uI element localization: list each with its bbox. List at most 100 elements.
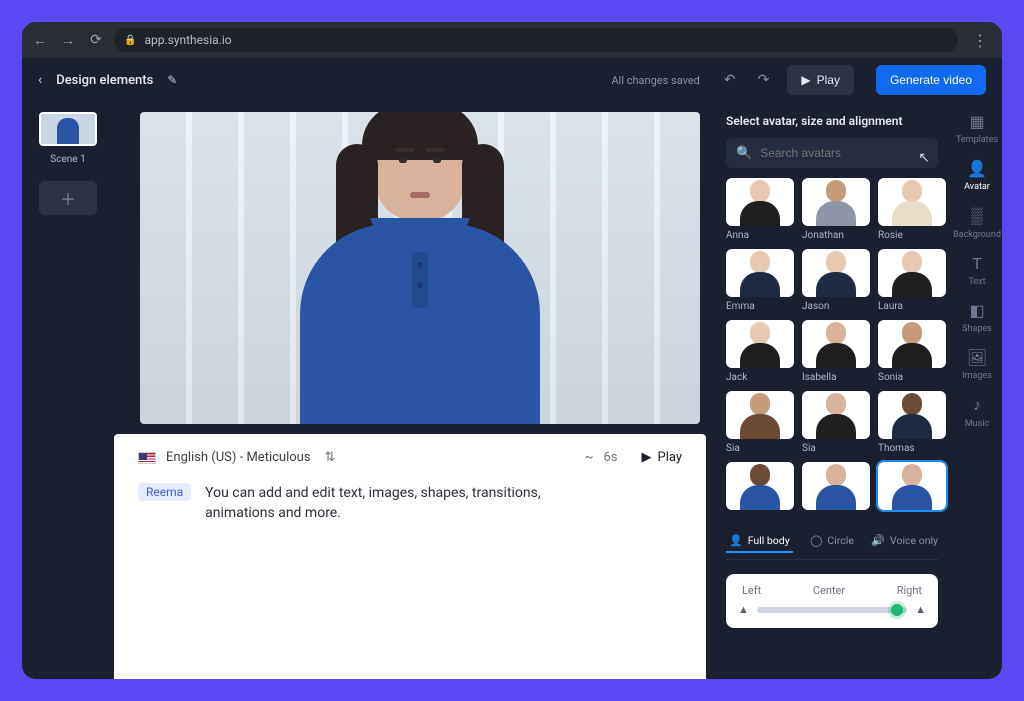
avatar-thumb[interactable] (878, 178, 946, 226)
speaker-chip[interactable]: Reema (138, 483, 191, 501)
shapes-icon: ◧ (969, 301, 984, 320)
flag-icon (138, 452, 156, 464)
music-icon: ♪ (973, 395, 981, 415)
avatar-item[interactable]: Sia (726, 391, 794, 454)
templates-icon: ▦ (969, 112, 984, 131)
add-scene-button[interactable]: ＋ (39, 181, 97, 215)
avatar-thumb[interactable] (802, 249, 870, 297)
edit-icon[interactable]: ✎ (167, 73, 177, 87)
tab-voice-only[interactable]: 🔊Voice only (871, 530, 938, 553)
tab-templates[interactable]: ▦Templates (952, 112, 1002, 145)
text-icon: T (972, 254, 982, 273)
tab-avatar[interactable]: 👤Avatar (952, 159, 1002, 192)
size-small-icon: ▲ (738, 603, 749, 616)
avatar-label: Jonathan (802, 230, 870, 241)
search-field[interactable]: 🔍 (726, 138, 938, 168)
avatar-item[interactable]: Sia (802, 391, 870, 454)
tab-shapes[interactable]: ◧Shapes (952, 301, 1002, 334)
view-tabs: 👤Full body ◯Circle 🔊Voice only (726, 530, 938, 560)
right-tabs: ▦Templates 👤Avatar ▒Background TText ◧Sh… (952, 102, 1002, 679)
avatar-thumb[interactable] (878, 462, 946, 510)
avatar-item[interactable] (726, 462, 794, 514)
avatar-item[interactable]: Jonathan (802, 178, 870, 241)
avatar-item[interactable] (878, 462, 946, 514)
avatar-label: Jason (802, 301, 870, 312)
avatar-label: Emma (726, 301, 794, 312)
voice-icon: 🔊 (871, 534, 885, 547)
script-panel: English (US) - Meticulous ⇅ ~ 6s ▶ Play … (114, 434, 706, 679)
script-play-button[interactable]: ▶ Play (642, 450, 683, 465)
tab-images[interactable]: 🖼Images (952, 348, 1002, 381)
alignment-card: Left Center Right ▲ ▲ (726, 574, 938, 628)
avatar-thumb[interactable] (878, 320, 946, 368)
size-large-icon: ▲ (915, 603, 926, 616)
url-text: app.synthesia.io (144, 33, 231, 47)
scene-thumb-1[interactable] (39, 112, 97, 146)
avatar-label: Sia (726, 443, 794, 454)
avatar-thumb[interactable] (726, 462, 794, 510)
redo-button[interactable]: ↷ (758, 72, 770, 88)
avatar-thumb[interactable] (878, 391, 946, 439)
avatar-item[interactable]: Laura (878, 249, 946, 312)
scenes-sidebar: Scene 1 ＋ (22, 102, 114, 679)
avatar-thumb[interactable] (802, 391, 870, 439)
panel-title: Select avatar, size and alignment (726, 114, 938, 128)
url-bar[interactable]: 🔒 app.synthesia.io (114, 28, 958, 52)
images-icon: 🖼 (967, 348, 987, 367)
language-selector[interactable]: English (US) - Meticulous (166, 450, 311, 465)
avatar-label: Isabella (802, 372, 870, 383)
tab-text[interactable]: TText (952, 254, 1002, 287)
person-icon: 👤 (729, 534, 743, 547)
video-canvas[interactable] (140, 112, 700, 424)
nav-reload[interactable]: ⟳ (86, 32, 106, 48)
avatar-thumb[interactable] (802, 320, 870, 368)
tab-full-body[interactable]: 👤Full body (726, 530, 793, 553)
avatar-thumb[interactable] (726, 391, 794, 439)
avatar-item[interactable]: Thomas (878, 391, 946, 454)
avatar-thumb[interactable] (726, 178, 794, 226)
avatar-thumb[interactable] (802, 462, 870, 510)
avatar-item[interactable] (802, 462, 870, 514)
avatar-item[interactable]: Sonia (878, 320, 946, 383)
avatar-label: Thomas (878, 443, 946, 454)
avatar-thumb[interactable] (878, 249, 946, 297)
align-right-label[interactable]: Right (897, 584, 922, 597)
browser-menu[interactable]: ⋮ (966, 31, 994, 50)
play-button[interactable]: ▶ Play (787, 65, 854, 95)
slider-thumb[interactable] (891, 604, 903, 616)
avatar-thumb[interactable] (802, 178, 870, 226)
browser-toolbar: ← → ⟳ 🔒 app.synthesia.io ⋮ (22, 22, 1002, 58)
nav-forward[interactable]: → (58, 32, 78, 49)
size-slider[interactable] (757, 607, 907, 613)
avatar-label: Rosie (878, 230, 946, 241)
align-center-label[interactable]: Center (813, 584, 845, 597)
tab-music[interactable]: ♪Music (952, 395, 1002, 429)
undo-button[interactable]: ↶ (724, 72, 736, 88)
duration-prefix: ~ (585, 450, 594, 465)
avatar-item[interactable]: Jack (726, 320, 794, 383)
nav-back[interactable]: ← (30, 32, 50, 49)
play-icon: ▶ (642, 450, 652, 465)
avatar-label: Sonia (878, 372, 946, 383)
avatar-thumb[interactable] (726, 320, 794, 368)
avatar-grid: AnnaJonathanRosieEmmaJasonLauraJackIsabe… (726, 178, 938, 514)
chevron-sort-icon[interactable]: ⇅ (325, 450, 336, 465)
avatar-item[interactable]: Isabella (802, 320, 870, 383)
lock-icon: 🔒 (124, 35, 136, 46)
back-button[interactable]: ‹ (38, 72, 42, 88)
tab-background[interactable]: ▒Background (952, 206, 1002, 240)
avatar-thumb[interactable] (726, 249, 794, 297)
align-left-label[interactable]: Left (742, 584, 761, 597)
avatar-label: Sia (802, 443, 870, 454)
avatar-item[interactable]: Rosie (878, 178, 946, 241)
avatar-main[interactable] (300, 112, 540, 424)
play-icon: ▶ (801, 73, 810, 87)
avatar-item[interactable]: Anna (726, 178, 794, 241)
avatar-item[interactable]: Emma (726, 249, 794, 312)
avatar-item[interactable]: Jason (802, 249, 870, 312)
script-text[interactable]: You can add and edit text, images, shape… (205, 483, 605, 524)
search-input[interactable] (760, 146, 928, 160)
generate-video-button[interactable]: Generate video (876, 65, 986, 95)
tab-circle[interactable]: ◯Circle (799, 530, 866, 553)
save-status: All changes saved (611, 74, 699, 87)
